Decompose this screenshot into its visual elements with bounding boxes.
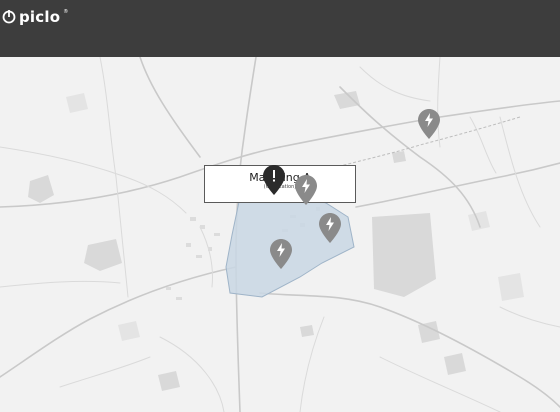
asset-pin[interactable] xyxy=(318,212,342,244)
map-view[interactable]: Matching A (On location) xyxy=(0,57,560,412)
asset-pin[interactable] xyxy=(294,174,318,206)
exclamation-icon xyxy=(273,170,275,182)
logo-icon xyxy=(2,10,16,24)
asset-pin[interactable] xyxy=(269,238,293,270)
top-bar: piclo ® xyxy=(0,0,560,57)
piclo-logo[interactable]: piclo ® xyxy=(2,7,68,27)
asset-pin[interactable] xyxy=(417,108,441,140)
map-base xyxy=(0,57,560,412)
alert-pin[interactable] xyxy=(262,164,286,196)
logo-registered-mark: ® xyxy=(63,9,69,15)
logo-text: piclo xyxy=(19,8,61,26)
